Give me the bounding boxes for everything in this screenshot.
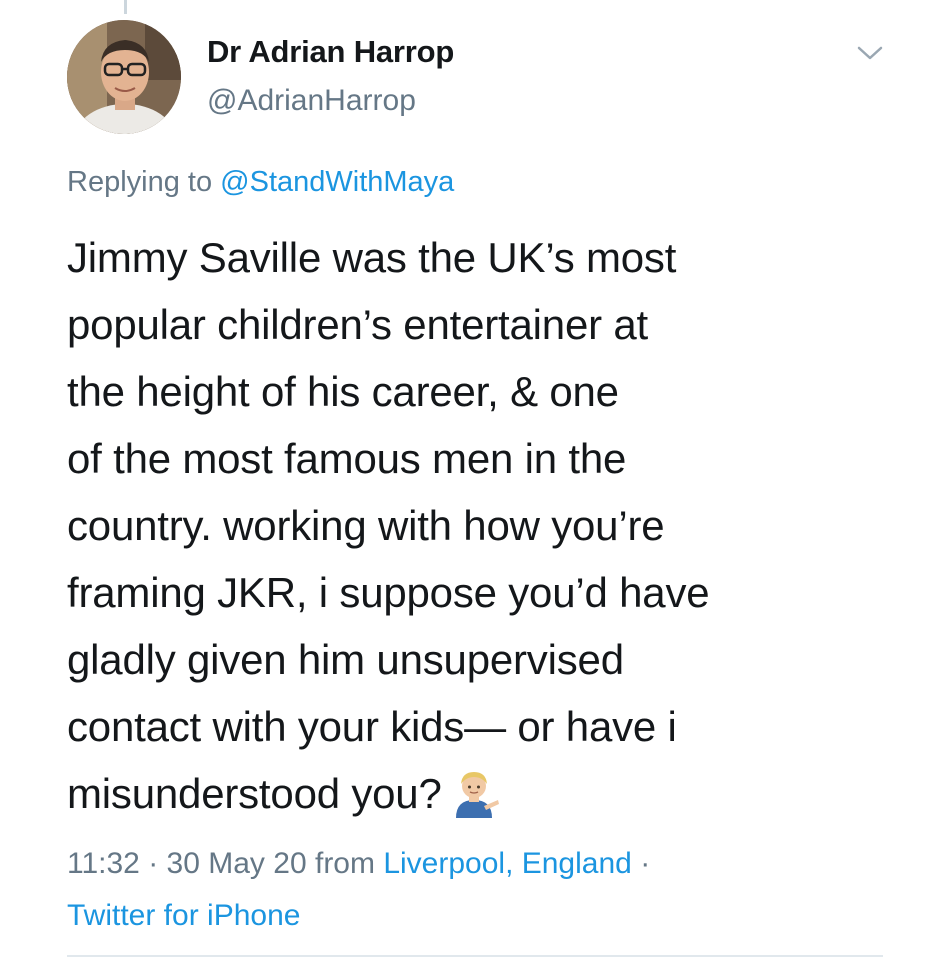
- tweet-text-line: framing JKR, i suppose you’d have: [67, 569, 710, 616]
- tweet-text-line: country. working with how you’re: [67, 502, 665, 549]
- meta-separator: ·: [640, 847, 651, 880]
- meta-row-time: 11:32 · 30 May 20 from Liverpool, Englan…: [67, 838, 887, 890]
- location-link[interactable]: Liverpool, England: [383, 847, 632, 880]
- divider: [67, 955, 883, 957]
- chevron-down-icon[interactable]: [853, 40, 887, 66]
- replying-to-label: Replying to: [67, 166, 213, 198]
- reply-mention-link[interactable]: @StandWithMaya: [220, 166, 454, 198]
- meta-separator: ·: [148, 847, 159, 880]
- author-handle[interactable]: @AdrianHarrop: [207, 84, 416, 118]
- tweet-text-line: gladly given him unsupervised: [67, 636, 624, 683]
- man-tipping-hand-emoji-icon: [448, 766, 500, 818]
- avatar[interactable]: [67, 20, 181, 134]
- source-link[interactable]: Twitter for iPhone: [67, 890, 887, 942]
- tweet-text-line: of the most famous men in the: [67, 435, 627, 482]
- tweet-text-line: popular children’s entertainer at: [67, 301, 648, 348]
- tweet-text-line-last: misunderstood you?: [67, 760, 907, 827]
- tweet-text-line: Jimmy Saville was the UK’s most: [67, 234, 677, 281]
- tweet-text: Jimmy Saville was the UK’s most popular …: [67, 224, 907, 827]
- tweet-text-line: misunderstood you?: [67, 770, 442, 817]
- tweet-time[interactable]: 11:32: [67, 847, 140, 880]
- from-label: from: [314, 847, 375, 880]
- replying-to-line: Replying to @StandWithMaya: [67, 166, 454, 199]
- tweet-text-line: the height of his career, & one: [67, 368, 619, 415]
- author-display-name[interactable]: Dr Adrian Harrop: [207, 34, 454, 70]
- tweet-meta: 11:32 · 30 May 20 from Liverpool, Englan…: [67, 838, 887, 942]
- thread-connector-line: [124, 0, 127, 14]
- tweet-date[interactable]: 30 May 20: [167, 847, 307, 880]
- avatar-photo: [67, 20, 181, 134]
- tweet-text-line: contact with your kids— or have i: [67, 703, 677, 750]
